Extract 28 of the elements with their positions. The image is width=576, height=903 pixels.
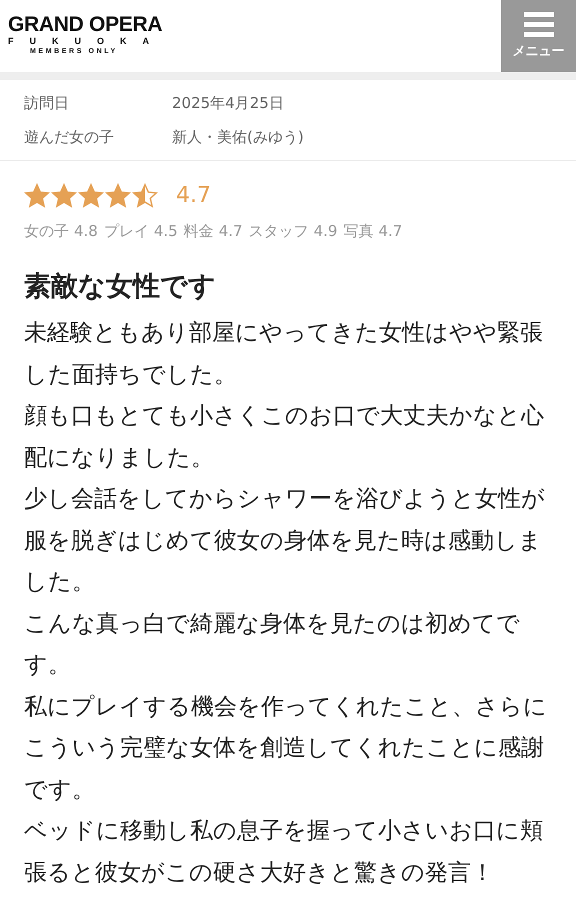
rating-value: 4.5	[154, 222, 178, 241]
rating-value: 4.8	[74, 222, 98, 241]
review-paragraph: 少し会話をしてからシャワーを浴びようと女性が服を脱ぎはじめて彼女の身体を見た時は感動しました。	[24, 485, 546, 597]
rating-value: 4.9	[314, 222, 338, 241]
star-icon	[105, 183, 131, 208]
review-paragraph: 顔も口もとても小さくこのお口で大丈夫かなと心配になりました。	[24, 402, 545, 472]
star-icon	[24, 183, 50, 208]
menu-icon	[524, 12, 554, 38]
review-title: 素敵な女性です	[24, 270, 217, 304]
rating-value: 4.7	[378, 222, 402, 241]
star-icon	[78, 183, 104, 208]
info-value: 新人・美佑(みゆう)	[172, 127, 304, 148]
rating-label: 女の子	[24, 222, 69, 241]
review-paragraph: 未経験ともあり部屋にやってきた女性はやや緊張した面持ちでした。	[24, 319, 544, 390]
info-label: 遊んだ女の子	[24, 127, 115, 148]
rating-score: 4.7	[176, 183, 211, 208]
info-value: 2025年4月25日	[172, 93, 284, 114]
info-label: 訪問日	[24, 93, 70, 114]
review-paragraph: 私にプレイする機会を作ってくれたこと、さらにこういう完璧な女体を創造してくれたことに感謝です。	[24, 692, 548, 804]
review-paragraph: ベッドに移動し私の息子を握って小さいお口に頬張ると彼女がこの硬さ大好きと驚きの発言！	[24, 817, 544, 888]
rating-label: プレイ	[104, 222, 149, 241]
half-star-icon	[132, 183, 158, 208]
rating-value: 4.7	[218, 222, 243, 241]
rating-label: 写真	[343, 222, 374, 241]
star-icon	[51, 183, 77, 208]
review-paragraph: こんな真っ白で綺麗な身体を見たのは初めてです。	[24, 610, 521, 680]
rating-label: スタッフ	[248, 222, 309, 241]
rating-label: 料金	[184, 222, 214, 241]
